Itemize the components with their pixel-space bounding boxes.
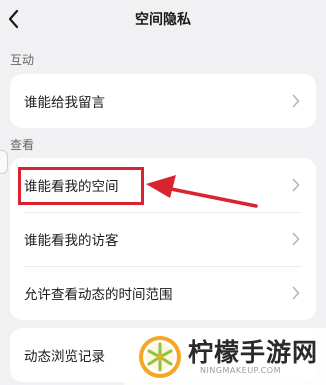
interaction-card: 谁能给我留言 (10, 74, 316, 128)
watermark-brand-text: 柠檬手游网 (188, 338, 319, 367)
side-edge-handle[interactable] (0, 150, 8, 174)
chevron-right-icon (292, 232, 300, 246)
list-item-label: 允许查看动态的时间范围 (24, 287, 173, 303)
watermark-url-text: NINGMAKEUP.COM (200, 366, 281, 375)
list-item-who-can-view-visitors[interactable]: 谁能看我的访客 (10, 212, 316, 266)
highlight-box (18, 167, 144, 205)
list-item-label: 谁能给我留言 (24, 95, 105, 111)
page-title: 空间隐私 (135, 12, 191, 28)
section-label-view: 查看 (10, 138, 35, 152)
chevron-right-icon (292, 286, 300, 300)
list-item-feed-time-range[interactable]: 允许查看动态的时间范围 (10, 266, 316, 320)
section-label-interaction: 互动 (10, 53, 35, 67)
list-item-label: 动态浏览记录 (24, 349, 105, 365)
chevron-right-icon (292, 94, 300, 108)
lemon-logo-icon (139, 336, 181, 378)
red-arrow-icon (146, 175, 258, 208)
chevron-right-icon (292, 178, 300, 192)
list-item-label: 谁能看我的访客 (24, 233, 119, 249)
list-item-who-can-leave-message[interactable]: 谁能给我留言 (10, 74, 316, 128)
watermark: 柠檬手游网 NINGMAKEUP.COM (124, 328, 326, 385)
top-bar: 空间隐私 (0, 0, 326, 40)
